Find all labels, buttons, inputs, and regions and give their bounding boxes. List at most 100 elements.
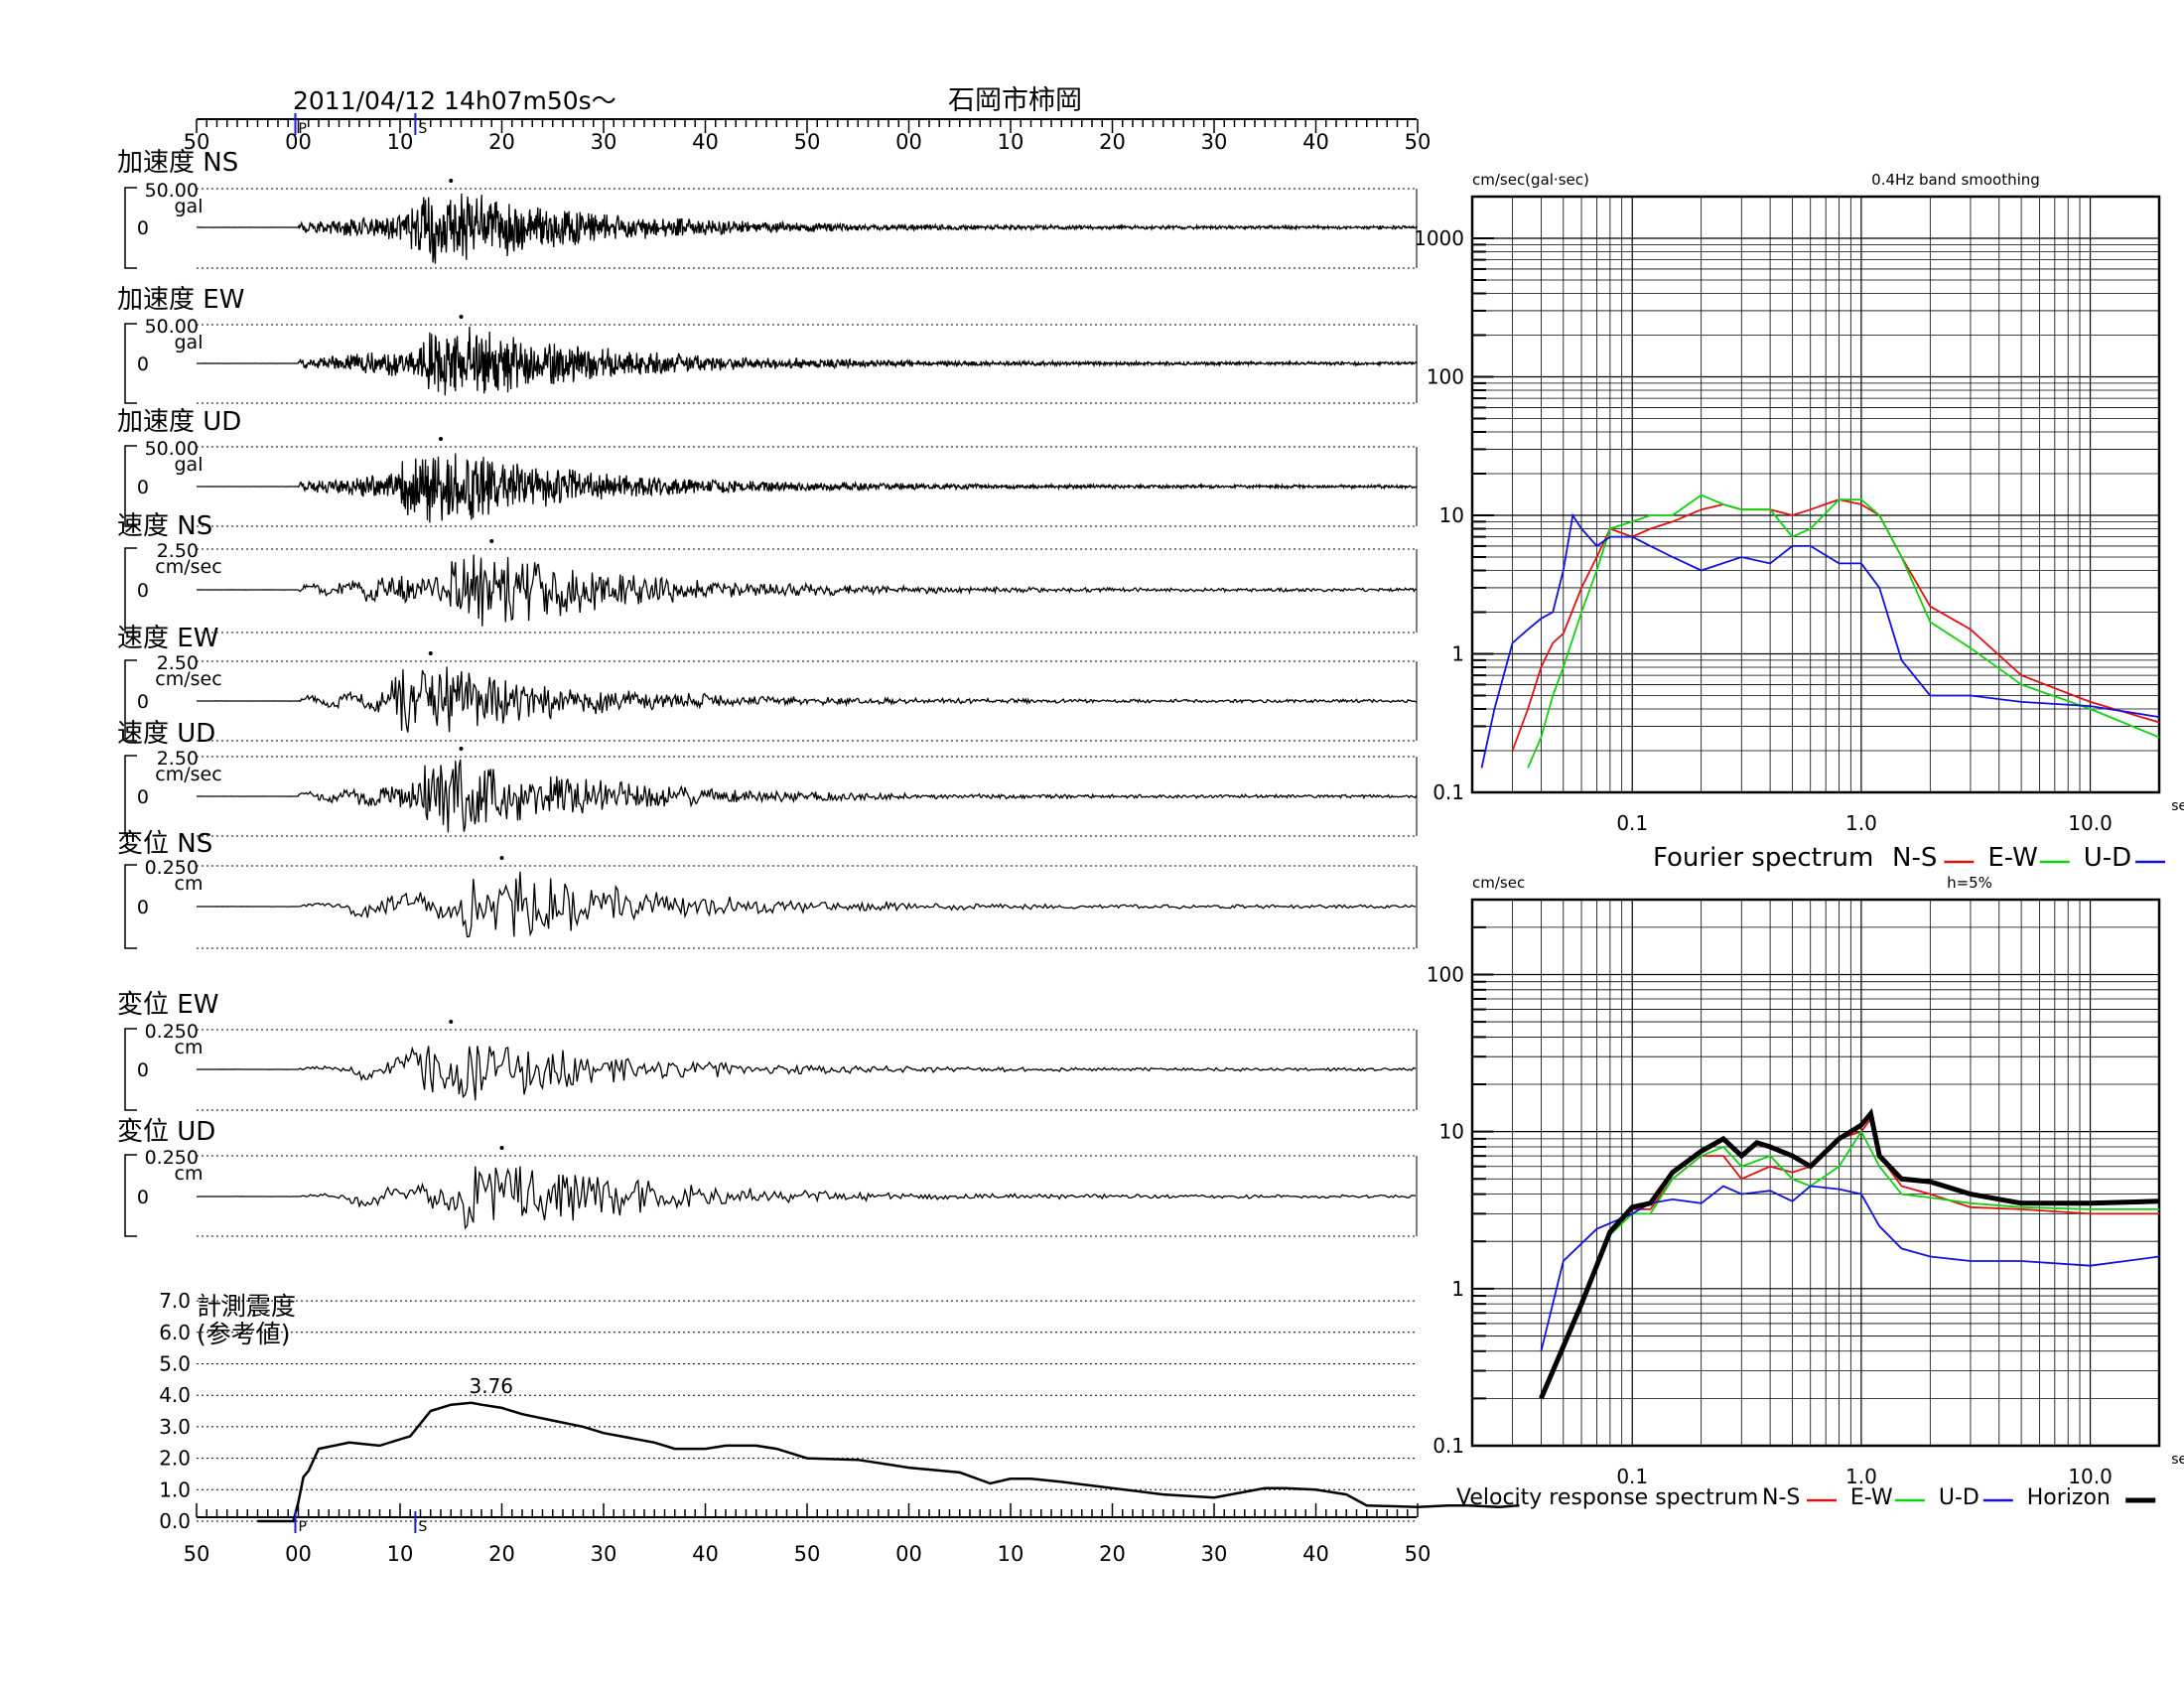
axis-tick-label: 20: [1099, 130, 1126, 154]
series-line-u-d: [1540, 1185, 2159, 1352]
axis-tick-label: 20: [1099, 1542, 1126, 1566]
trace-unit-label: gal: [175, 332, 204, 353]
trace-unit-label: cm/sec: [155, 556, 221, 578]
intensity-tick-label: 1.0: [159, 1477, 191, 1501]
bottom-time-axis: 50 00 10 20 30 40 50 00 10 20 30 40 50 P S: [184, 1503, 1432, 1566]
trace-title: 速度 UD: [117, 719, 215, 749]
axis-tick-label: 20: [488, 1542, 515, 1566]
trace-peak-marker: [459, 747, 464, 751]
trace-peak-marker: [449, 1020, 454, 1024]
trace-zero-label: 0: [137, 1059, 149, 1081]
axis-tick-label: 00: [895, 1542, 922, 1566]
axis-tick-label: 50: [1405, 130, 1432, 154]
axis-tick-label: 40: [1302, 1542, 1329, 1566]
trace-zero-label: 0: [137, 477, 149, 498]
trace-unit-label: cm/sec: [155, 764, 221, 785]
trace-peak-marker: [499, 856, 504, 860]
axis-tick-label: 20: [488, 130, 515, 154]
series-line-u-d: [1480, 512, 2159, 769]
intensity-tick-label: 4.0: [159, 1383, 191, 1407]
intensity-title: 計測震度: [197, 1292, 296, 1321]
trace-peak-marker: [439, 437, 443, 441]
axis-tick-label: 30: [1201, 130, 1228, 154]
trace-peak-marker: [449, 179, 454, 183]
legend-title: Velocity response spectrum: [1456, 1485, 1758, 1510]
y-tick-label: 1000: [1414, 226, 1464, 250]
trace-zero-label: 0: [137, 691, 149, 713]
phase-marker-label: P: [299, 1519, 307, 1535]
waveform-trace: [196, 193, 1418, 264]
legend-label-n-s: N-S: [1762, 1485, 1800, 1510]
trace-bracket: [124, 864, 137, 949]
axis-tick-label: 50: [794, 130, 821, 154]
trace-zero-label: 0: [137, 580, 149, 602]
trace-zero-label: 0: [137, 1187, 149, 1208]
trace-peak-marker: [459, 315, 464, 319]
waveform-trace: [197, 453, 1418, 523]
axis-tick-label: 00: [895, 130, 922, 154]
trace-zero-label: 0: [137, 217, 149, 239]
trace-unit-label: cm: [175, 1163, 204, 1185]
trace-bracket: [124, 547, 137, 633]
axis-tick-label: 40: [1302, 130, 1329, 154]
intensity-tick-label: 0.0: [159, 1509, 191, 1533]
intensity-tick-label: 2.0: [159, 1447, 191, 1471]
waveform-trace: [197, 1166, 1416, 1230]
trace-peak-marker: [499, 1146, 504, 1150]
intensity-tick-label: 3.0: [159, 1415, 191, 1439]
y-tick-label: 10: [1439, 503, 1464, 527]
x-tick-label: 1.0: [1845, 811, 1877, 835]
trace-unit-label: cm/sec: [155, 668, 221, 690]
axis-tick-label: 50: [184, 1542, 210, 1566]
trace-peak-marker: [428, 651, 433, 655]
axis-tick-label: 50: [1405, 1542, 1432, 1566]
series-line-e-w: [1540, 1129, 2159, 1399]
trace-title: 加速度 NS: [117, 148, 238, 178]
phase-marker-label: S: [418, 1519, 427, 1535]
legend-label-e-w: E-W: [1987, 843, 2037, 873]
trace-bracket: [124, 1154, 137, 1237]
trace-title: 加速度 EW: [117, 285, 244, 315]
y-axis-unit: cm/sec: [1472, 874, 1525, 892]
axis-tick-label: 30: [591, 130, 617, 154]
plot-frame: [1470, 195, 2161, 794]
trace-bracket: [124, 755, 137, 837]
axis-tick-label: 00: [285, 1542, 312, 1566]
fourier-spectrum-chart: 0.1 1.0 10.0 1000 100 10 1 0.1 sec cm/sec(gal·sec…: [1414, 171, 2184, 873]
trace-bracket: [124, 1028, 137, 1111]
y-tick-label: 100: [1427, 364, 1464, 388]
intensity-tick-label: 7.0: [159, 1289, 191, 1313]
legend-title: Fourier spectrum: [1653, 843, 1873, 873]
intensity-line: [257, 1401, 1520, 1523]
y-tick-label: 100: [1427, 962, 1464, 986]
intensity-tick-label: 6.0: [159, 1321, 191, 1344]
waveform-trace: [197, 666, 1418, 733]
intensity-subtitle: (参考値): [197, 1320, 291, 1348]
trace-bracket: [124, 323, 137, 404]
waveform-trace: [196, 1046, 1417, 1101]
trace-title: 加速度 UD: [117, 407, 241, 437]
phase-marker-label: S: [418, 121, 427, 137]
legend-label-horizon: Horizon: [2027, 1485, 2111, 1510]
record-datetime: 2011/04/12 14h07m50s～: [293, 86, 616, 115]
chart-annotation: 0.4Hz band smoothing: [1871, 171, 2040, 189]
trace-unit-label: gal: [175, 196, 204, 217]
x-tick-label: 10.0: [2068, 811, 2113, 835]
station-name: 石岡市柿岡: [948, 85, 1082, 116]
intensity-peak-label: 3.76: [469, 1374, 513, 1398]
intensity-tick-label: 5.0: [159, 1352, 191, 1376]
y-tick-label: 0.1: [1433, 1434, 1464, 1458]
intensity-panel: 計測震度 (参考値) 7.0 6.0 5.0 4.0 3.0 2.0 1.0 0.0 3.76: [159, 1289, 1520, 1533]
legend-label-e-w: E-W: [1850, 1485, 1893, 1510]
y-axis-unit: cm/sec(gal·sec): [1472, 171, 1589, 189]
axis-tick-label: 10: [387, 130, 414, 154]
trace-title: 変位 NS: [117, 829, 212, 859]
series-line-horizon: [1539, 1107, 2159, 1400]
waveform-trace: [196, 326, 1418, 396]
trace-title: 変位 EW: [117, 990, 218, 1020]
trace-zero-label: 0: [137, 897, 149, 918]
y-tick-label: 0.1: [1433, 780, 1464, 804]
waveform-trace: [196, 554, 1418, 627]
x-axis-unit: sec: [2171, 798, 2184, 814]
axis-tick-label: 40: [692, 130, 719, 154]
